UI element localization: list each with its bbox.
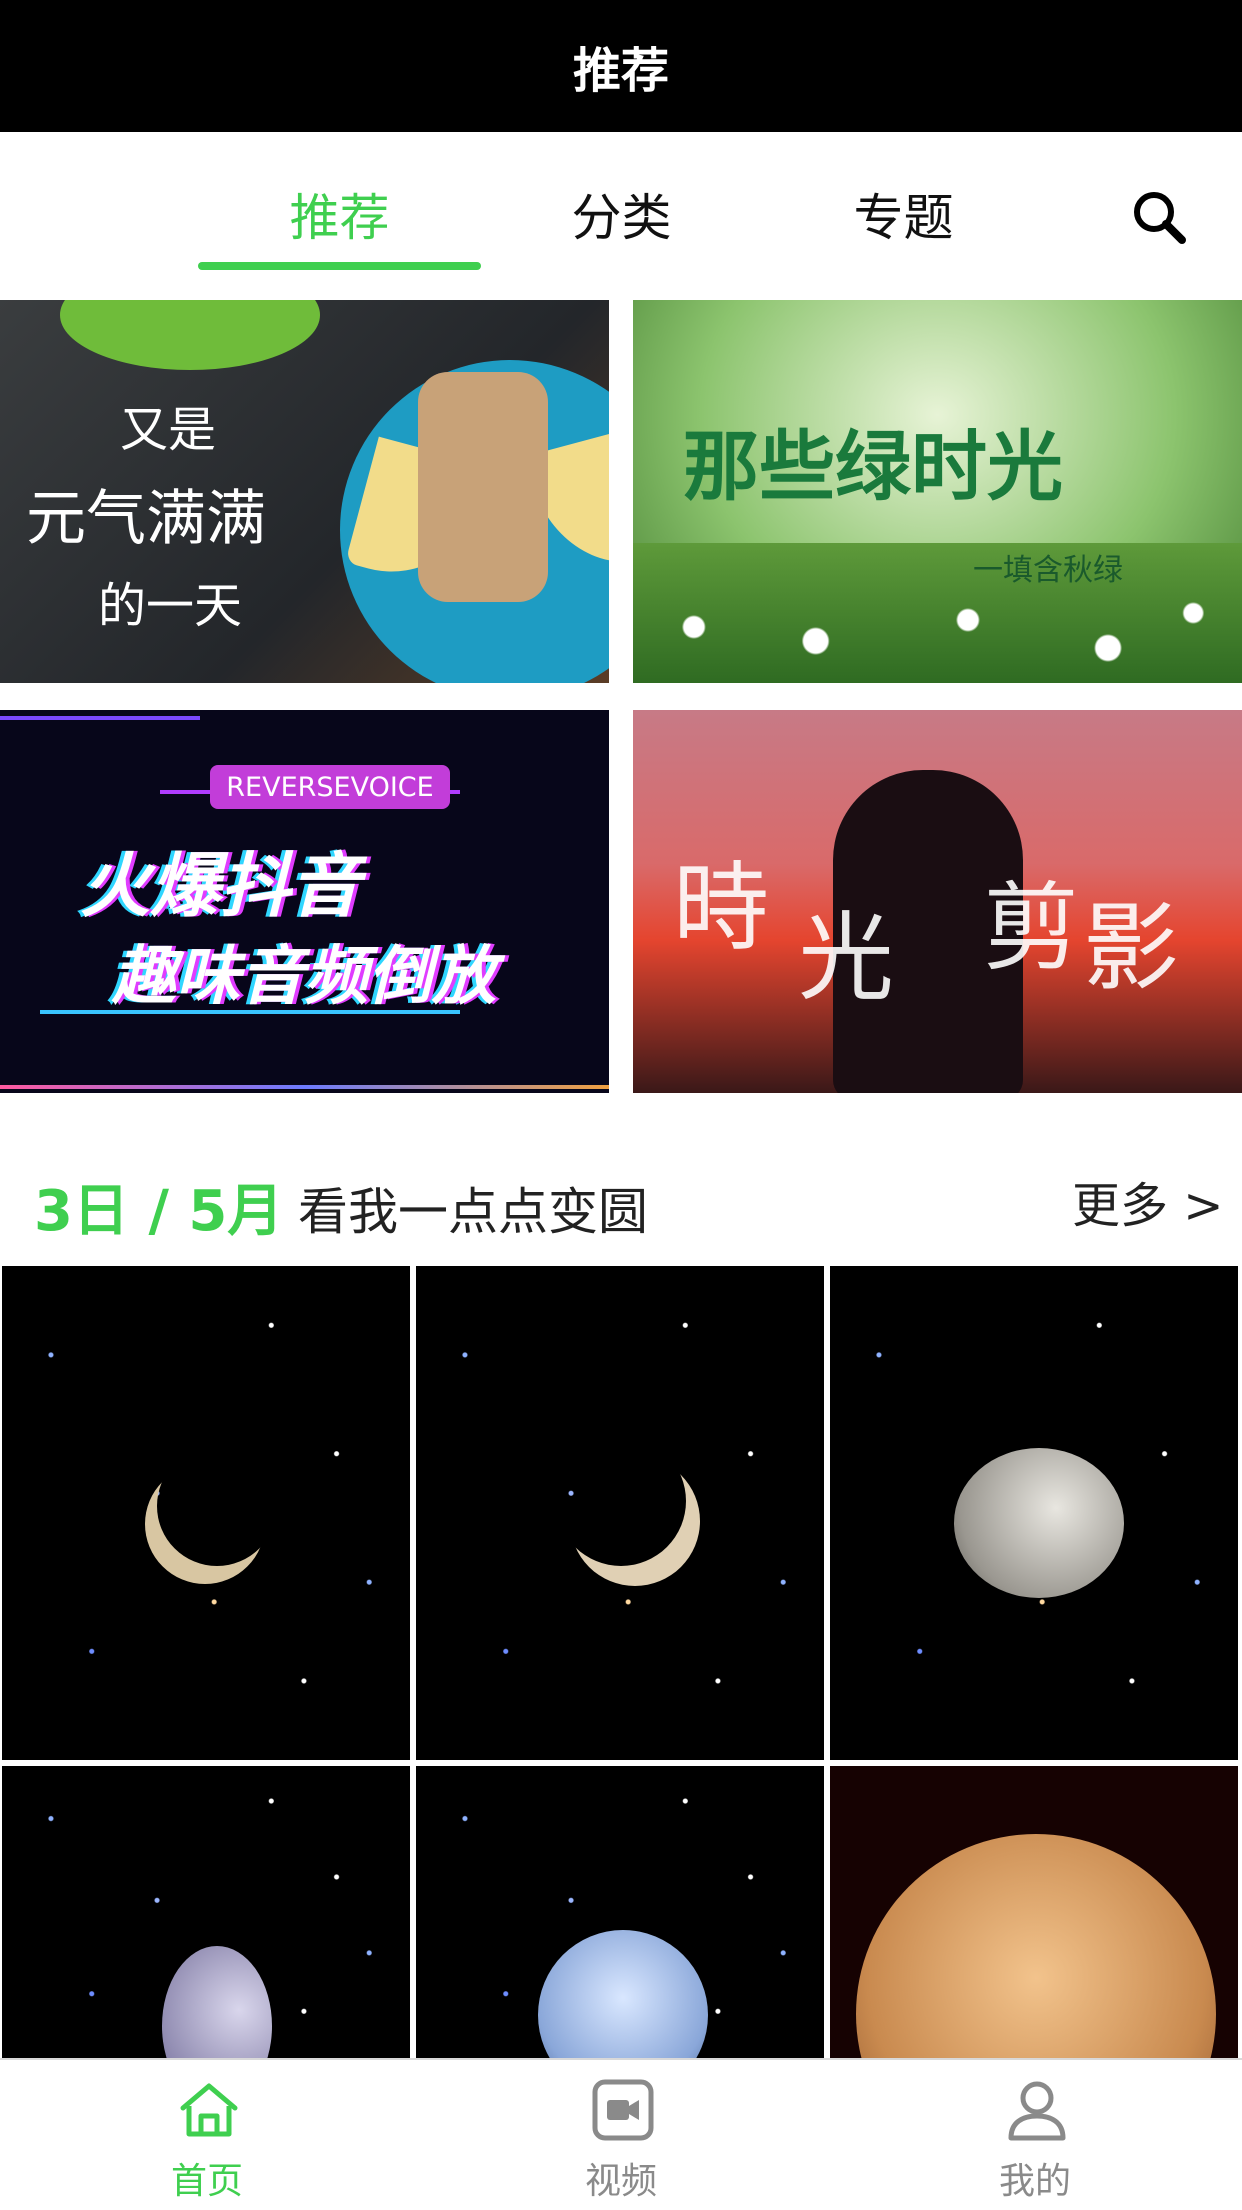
lettuce-decoration [60,300,320,370]
banner-subtitle: 一填含秋绿 [973,553,1123,588]
moon-photo[interactable] [830,1266,1238,1760]
section-title: 看我一点点变圆 [298,1183,648,1241]
glitch-bar [0,716,200,720]
banner-reverse-voice[interactable]: REVERSEVOICE 火爆抖音 趣味音频倒放 [0,710,609,1093]
tab-category[interactable]: 分类 [480,180,763,248]
banner-title-line1: 火爆抖音 [80,845,360,927]
home-icon [180,2083,238,2137]
page-title: 推荐 [572,43,669,99]
banner-char-1: 時 [673,852,769,964]
daisy-field-image [633,543,1242,683]
active-tab-indicator [198,262,481,270]
mars-planet-image [856,1834,1216,2058]
owl-sandwich-image [418,372,548,602]
tab-recommend[interactable]: 推荐 [198,180,481,248]
moon-photo[interactable] [416,1766,824,2058]
crescent-moon-image [556,1436,686,1566]
moon-photo[interactable] [2,1266,410,1760]
moon-photo[interactable] [2,1766,410,2058]
more-link[interactable]: 更多 > [1072,1166,1223,1236]
banner-char-4: 影 [1083,892,1179,1004]
tab-topics[interactable]: 专题 [762,180,1045,248]
section-header: 3日 / 5月 看我一点点变圆 更多 > [0,1160,1242,1260]
nav-profile-label: 我的 [998,2161,1071,2202]
video-icon [592,2079,654,2141]
banner-char-2: 光 [798,902,894,1014]
banner-title-line2: 趣味音频倒放 [112,940,496,1014]
banner-text-line1: 又是 [120,402,217,458]
banner-green-time[interactable]: 那些绿时光 一填含秋绿 [633,300,1242,683]
top-tabs: 推荐 分类 专题 [0,132,1242,300]
moon-photo[interactable] [830,1766,1238,2058]
banner-silhouette[interactable]: 時 光 剪 影 [633,710,1242,1093]
bottom-tab-bar: 首页 视频 我的 [0,2058,1242,2210]
banner-text-line2: 元气满满 [26,484,266,554]
banner-breakfast[interactable]: 又是 元气满满 的一天 [0,300,609,683]
nav-home-label: 首页 [170,2161,243,2202]
app-header: 推荐 [0,0,1242,132]
moon-photo[interactable] [416,1266,824,1760]
nav-profile[interactable]: 我的 [828,2060,1242,2210]
banner-char-3: 剪 [983,872,1079,984]
banner-title: 那些绿时光 [683,422,1063,511]
nav-home[interactable]: 首页 [0,2060,414,2210]
crescent-moon-image [157,1446,277,1566]
nav-video[interactable]: 视频 [414,2060,828,2210]
gibbous-moon-image [954,1448,1124,1598]
banner-text-line3: 的一天 [98,578,243,634]
glitch-bar [0,1085,609,1089]
section-date: 3日 / 5月 [34,1179,284,1244]
user-icon [1008,2081,1066,2141]
nav-video-label: 视频 [584,2161,657,2202]
search-icon[interactable] [1130,188,1188,246]
banner-badge: REVERSEVOICE [210,765,450,809]
